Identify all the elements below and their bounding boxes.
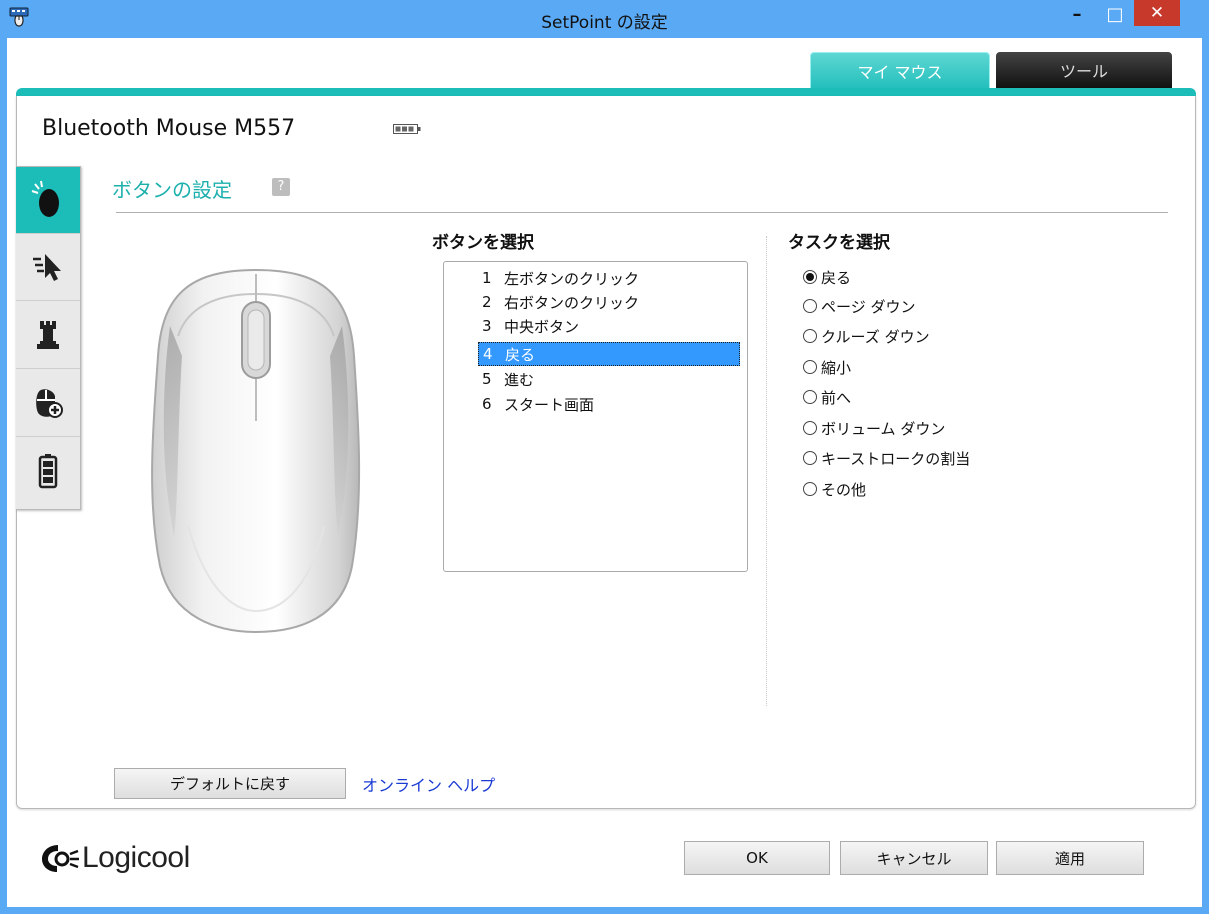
list-item[interactable]: 1 左ボタンのクリック [478,266,639,290]
list-item[interactable]: 2 右ボタンのクリック [478,290,639,314]
task-option-keystroke[interactable]: キーストロークの割当 [803,446,970,470]
radio-button[interactable] [803,451,817,465]
window-title: SetPoint の設定 [541,13,668,33]
task-select-heading: タスクを選択 [788,233,890,253]
radio-button[interactable] [803,299,817,313]
list-item[interactable]: 6 スタート画面 [478,392,594,416]
radio-button[interactable] [803,360,817,374]
list-item[interactable]: 5 進む [478,367,534,391]
side-tab-pointer[interactable] [16,234,80,301]
side-tab-battery[interactable] [16,438,80,504]
section-title: ボタンの設定 [112,178,232,202]
task-option-other[interactable]: その他 [803,477,866,501]
battery-level-icon [393,124,421,134]
column-divider [766,236,767,706]
tab-my-mouse[interactable]: マイ マウス [810,52,990,90]
task-option-back[interactable]: 戻る [803,265,851,289]
list-item-selected[interactable]: 4 戻る [478,342,740,366]
mouse-add-icon [36,389,63,418]
online-help-link[interactable]: オンライン ヘルプ [362,772,495,796]
side-tab-add-device[interactable] [16,370,80,437]
device-name: Bluetooth Mouse M557 [42,116,296,141]
task-option-page-down[interactable]: ページ ダウン [803,294,915,318]
pointer-speed-icon [33,254,61,281]
side-tab-strip [16,166,81,510]
apply-button[interactable]: 適用 [996,841,1144,875]
tab-tools[interactable]: ツール [996,52,1172,88]
maximize-button[interactable]: □ [1100,0,1130,28]
task-option-previous[interactable]: 前へ [803,385,851,409]
help-icon[interactable]: ? [272,178,290,196]
task-option-zoom-out[interactable]: 縮小 [803,355,851,379]
radio-button[interactable] [803,329,817,343]
task-option-volume-down[interactable]: ボリューム ダウン [803,416,945,440]
restore-default-button[interactable]: デフォルトに戻す [114,768,346,799]
title-bar[interactable]: SetPoint の設定 – □ ✕ [0,0,1209,38]
mouse-illustration [151,268,361,634]
battery-icon [38,454,58,489]
list-item[interactable]: 3 中央ボタン [478,314,579,338]
logicool-mark-icon [42,845,79,872]
button-select-heading: ボタンを選択 [432,233,534,253]
minimize-button[interactable]: – [1062,0,1092,28]
logicool-logo: Logicool [38,840,190,876]
mouse-button-icon [31,180,59,217]
ok-button[interactable]: OK [684,841,830,875]
side-tab-game[interactable] [16,302,80,369]
side-tab-mouse-buttons[interactable] [16,167,80,234]
task-option-cruise-down[interactable]: クルーズ ダウン [803,324,930,348]
game-rook-icon [37,321,59,349]
radio-button[interactable] [803,390,817,404]
radio-button[interactable] [803,421,817,435]
close-button[interactable]: ✕ [1134,0,1180,26]
section-divider [116,212,1168,213]
brand-name: Logicool [82,841,190,874]
radio-button[interactable] [803,270,817,284]
cancel-button[interactable]: キャンセル [840,841,988,875]
radio-button[interactable] [803,482,817,496]
button-listbox[interactable]: 1 左ボタンのクリック 2 右ボタンのクリック 3 中央ボタン 4 戻る 5 進む 6 スタ… [443,261,748,572]
